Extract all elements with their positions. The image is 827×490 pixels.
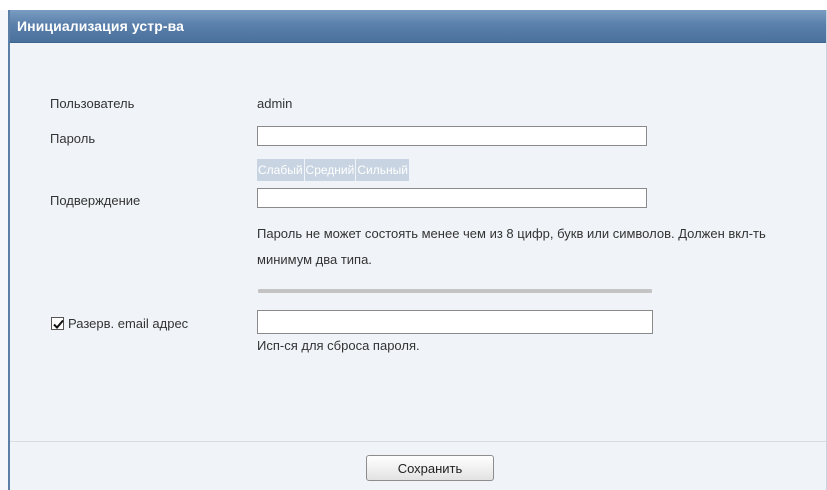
email-input[interactable]	[257, 310, 653, 334]
email-label: Разерв. email адрес	[68, 316, 189, 331]
save-button[interactable]: Сохранить	[366, 455, 494, 481]
strength-weak: Слабый	[257, 159, 304, 181]
email-checkbox[interactable]	[51, 317, 64, 330]
strength-strong: Сильный	[356, 159, 409, 181]
strength-medium: Средний	[304, 159, 356, 181]
password-input[interactable]	[257, 126, 647, 146]
password-hint: Пароль не может состоять менее чем из 8 …	[257, 226, 766, 267]
top-strip	[0, 0, 827, 10]
password-strength-meter: Слабый Средний Сильный	[257, 159, 410, 181]
password-label: Пароль	[50, 131, 96, 146]
user-value: admin	[257, 96, 293, 111]
user-label: Пользователь	[50, 96, 135, 111]
dialog-title: Инициализация устр-ва	[17, 18, 185, 34]
init-dialog: Инициализация устр-ва Пользователь admin…	[8, 10, 827, 490]
dialog-titlebar: Инициализация устр-ва	[10, 10, 826, 43]
email-hint: Исп-ся для сброса пароля.	[257, 338, 420, 353]
confirm-label: Подверждение	[50, 193, 141, 208]
confirm-password-input[interactable]	[257, 188, 647, 208]
divider-bar	[258, 289, 652, 293]
footer-divider	[10, 441, 826, 442]
checkmark-icon	[53, 319, 64, 329]
